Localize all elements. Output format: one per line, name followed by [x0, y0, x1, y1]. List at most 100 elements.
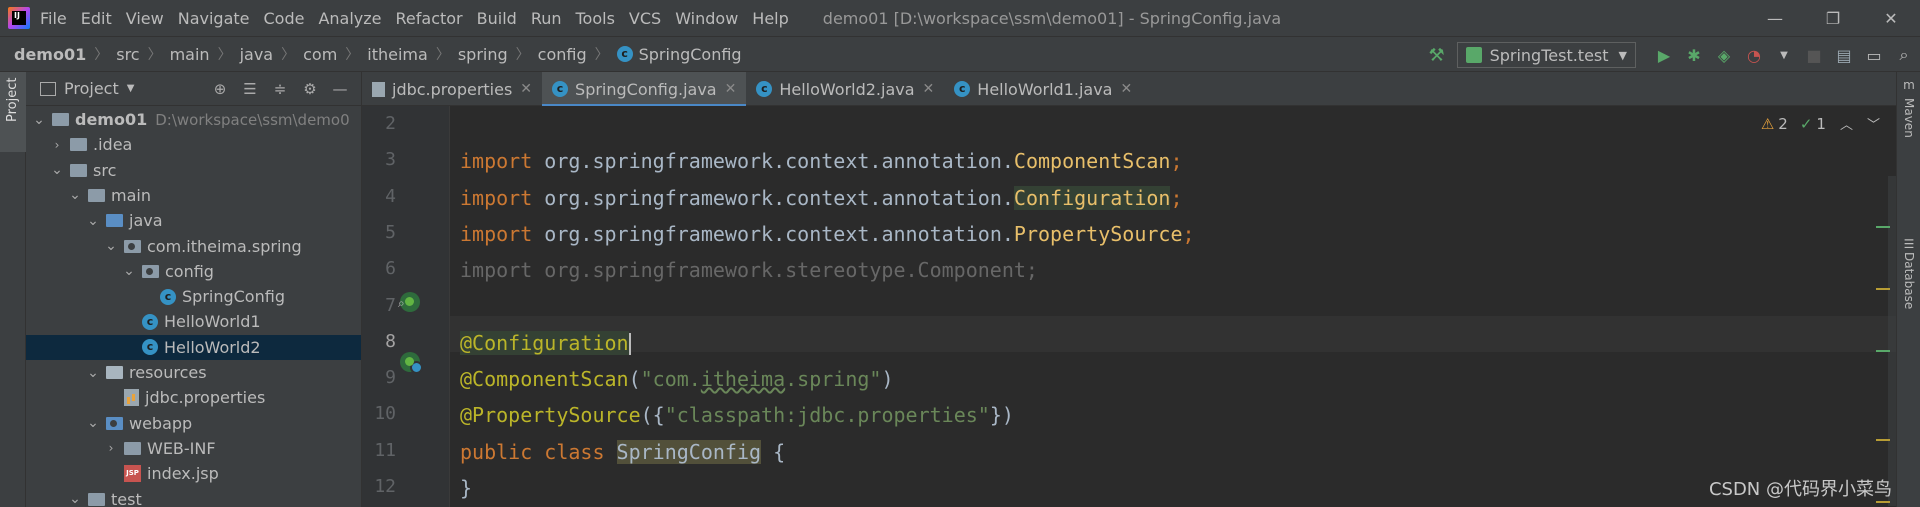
tree-item-demo01[interactable]: ⌄ demo01 D:\workspace\ssm\demo0 — [26, 107, 361, 132]
window-controls: — ❐ ✕ — [1746, 0, 1920, 36]
maven-tool-tab[interactable]: Maven — [1902, 98, 1916, 138]
collapse-all-icon[interactable]: ≑ — [265, 80, 295, 98]
menu-vcs[interactable]: VCS — [629, 9, 661, 28]
editor-gutter: ⌕ 2 3 4 5 6 7 8 9 10 11 12 — [362, 106, 450, 507]
tree-item-webapp[interactable]: ⌄ webapp — [26, 411, 361, 436]
breadcrumb-item[interactable]: spring — [458, 45, 508, 64]
tree-item-label: com.itheima.spring — [147, 236, 302, 256]
search-icon[interactable]: ⌕ — [1890, 41, 1918, 69]
tab-springconfig-java[interactable]: c SpringConfig.java ✕ — [542, 72, 747, 107]
chevron-down-icon[interactable]: ⌄ — [104, 239, 118, 253]
tree-item-helloworld1[interactable]: ›cHelloWorld1 — [26, 309, 361, 334]
tree-item-jdbc-properties[interactable]: ›jdbc.properties — [26, 385, 361, 410]
close-button[interactable]: ✕ — [1862, 0, 1920, 36]
build-hammer-icon[interactable]: ⚒ — [1428, 45, 1444, 66]
tab-jdbc-properties[interactable]: jdbc.properties ✕ — [362, 72, 542, 106]
chevron-down-icon[interactable]: ⌄ — [86, 366, 100, 380]
breadcrumb-item[interactable]: com — [303, 45, 337, 64]
menu-tools[interactable]: Tools — [576, 9, 615, 28]
breadcrumb-item[interactable]: main — [170, 45, 210, 64]
menu-refactor[interactable]: Refactor — [396, 9, 463, 28]
close-icon[interactable]: ✕ — [923, 81, 935, 97]
breadcrumb-item[interactable]: itheima — [367, 45, 428, 64]
tree-item-springconfig[interactable]: ›cSpringConfig — [26, 284, 361, 309]
tree-item-com-itheima-spring[interactable]: ⌄ com.itheima.spring — [26, 234, 361, 259]
tree-item-label: config — [165, 261, 214, 281]
breadcrumb-item[interactable]: java — [240, 45, 274, 64]
project-structure-icon[interactable]: ▤ — [1830, 41, 1858, 69]
chevron-down-icon[interactable]: ⌄ — [122, 264, 136, 278]
find-usages-gutter-icon[interactable]: ⌕ — [398, 296, 405, 311]
spring-config-gutter-icon[interactable] — [400, 352, 423, 374]
inspection-widget[interactable]: ⚠ 2 ✓ 1 ︿ ﹀ — [1760, 114, 1880, 134]
line-number: 12 — [374, 476, 396, 497]
tree-item-test[interactable]: ⌄ test — [26, 487, 361, 507]
chevron-down-icon[interactable]: ⌄ — [86, 214, 100, 228]
breadcrumb-item[interactable]: config — [538, 45, 587, 64]
tree-item-label: HelloWorld2 — [164, 337, 261, 357]
locate-icon[interactable]: ⊕ — [205, 80, 235, 98]
profile-icon[interactable]: ◔ — [1740, 41, 1768, 69]
close-icon[interactable]: ✕ — [520, 81, 532, 97]
code-editor[interactable]: ⚠ 2 ✓ 1 ︿ ﹀ import org.springframework.c… — [450, 106, 1896, 507]
breadcrumb-item[interactable]: src — [116, 45, 139, 64]
debug-icon[interactable]: ✱ — [1680, 41, 1708, 69]
menu-run[interactable]: Run — [531, 9, 562, 28]
chevron-down-icon[interactable]: ⌄ — [86, 416, 100, 430]
chevron-down-icon[interactable]: ⌄ — [32, 113, 46, 127]
close-icon[interactable]: ✕ — [725, 81, 737, 97]
tree-item-java[interactable]: ⌄ java — [26, 208, 361, 233]
minimize-button[interactable]: — — [1746, 0, 1804, 36]
menu-edit[interactable]: Edit — [81, 9, 112, 28]
project-panel-header: Project ▼ ⊕ ☰ ≑ ⚙ — — [26, 72, 361, 106]
menu-analyze[interactable]: Analyze — [318, 9, 381, 28]
breadcrumb-item[interactable]: c SpringConfig — [616, 45, 742, 64]
more-run-chevron-icon[interactable]: ▼ — [1770, 41, 1798, 69]
database-tool-tab[interactable]: Database — [1902, 252, 1916, 309]
chevron-down-icon[interactable]: ﹀ — [1867, 114, 1880, 133]
package-icon — [142, 264, 159, 278]
tree-item--idea[interactable]: › .idea — [26, 132, 361, 157]
chevron-right-icon[interactable]: › — [104, 441, 118, 455]
hide-icon[interactable]: — — [325, 80, 355, 98]
menu-navigate[interactable]: Navigate — [178, 9, 250, 28]
chevron-down-icon[interactable]: ⌄ — [68, 188, 82, 202]
tree-item-web-inf[interactable]: › WEB-INF — [26, 436, 361, 461]
chevron-down-icon[interactable]: ⌄ — [68, 492, 82, 506]
tree-item-src[interactable]: ⌄ src — [26, 158, 361, 183]
menu-help[interactable]: Help — [752, 9, 788, 28]
tree-item-index-jsp[interactable]: ›JSPindex.jsp — [26, 461, 361, 486]
tree-item-main[interactable]: ⌄ main — [26, 183, 361, 208]
project-tool-tab[interactable]: Project — [0, 72, 26, 152]
run-icon[interactable]: ▶ — [1650, 41, 1678, 69]
stop-icon[interactable]: ■ — [1800, 41, 1828, 69]
menu-code[interactable]: Code — [264, 9, 305, 28]
layout-icon[interactable]: ▭ — [1860, 41, 1888, 69]
menu-build[interactable]: Build — [477, 9, 517, 28]
close-icon[interactable]: ✕ — [1120, 81, 1132, 97]
chevron-down-icon[interactable]: ⌄ — [50, 163, 64, 177]
tree-item-config[interactable]: ⌄ config — [26, 259, 361, 284]
restore-button[interactable]: ❐ — [1804, 0, 1862, 36]
run-configuration-dropdown[interactable]: SpringTest.test ▼ — [1456, 42, 1636, 68]
project-panel: Project ▼ ⊕ ☰ ≑ ⚙ — ⌄ demo01 D:\workspace\… — [26, 72, 362, 507]
tree-item-resources[interactable]: ⌄ resources — [26, 360, 361, 385]
code-token: import — [460, 149, 545, 174]
chevron-right-icon[interactable]: › — [50, 138, 64, 152]
tree-item-helloworld2[interactable]: ›cHelloWorld2 — [26, 334, 361, 360]
gear-icon[interactable]: ⚙ — [295, 80, 325, 98]
code-line: @Configuration — [460, 325, 631, 361]
menu-window[interactable]: Window — [675, 9, 738, 28]
code-token: .spring" — [785, 367, 882, 392]
expand-all-icon[interactable]: ☰ — [235, 80, 265, 98]
tab-helloworld2-java[interactable]: c HelloWorld2.java ✕ — [746, 72, 944, 106]
warning-icon: ⚠ — [1760, 114, 1775, 133]
window-title: demo01 [D:\workspace\ssm\demo01] - Sprin… — [822, 8, 1282, 28]
chevron-up-icon[interactable]: ︿ — [1840, 114, 1853, 133]
menu-file[interactable]: File — [40, 9, 67, 28]
project-view-selector[interactable]: Project ▼ — [40, 79, 134, 98]
menu-view[interactable]: View — [126, 9, 164, 28]
coverage-icon[interactable]: ◈ — [1710, 41, 1738, 69]
breadcrumb-item[interactable]: demo01 — [14, 45, 86, 64]
tab-helloworld1-java[interactable]: c HelloWorld1.java ✕ — [944, 72, 1142, 106]
